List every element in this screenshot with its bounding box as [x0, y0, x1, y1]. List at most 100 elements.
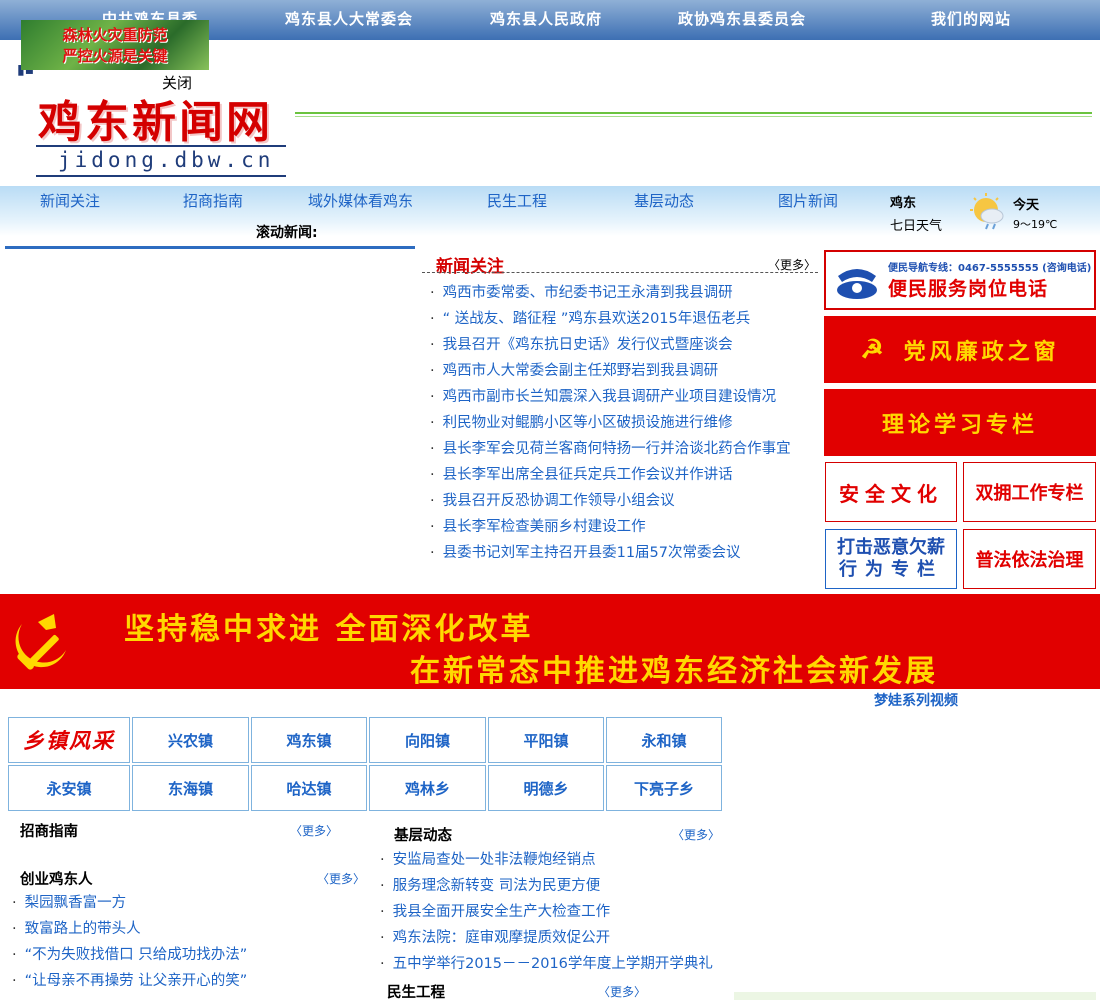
- town-link-pingyang[interactable]: 平阳镇: [488, 717, 604, 763]
- entrepreneurs-more-link[interactable]: 〈更多〉: [317, 870, 365, 887]
- news-focus-item[interactable]: · 县长李军出席全县征兵定兵工作会议并作讲话: [430, 463, 733, 484]
- weather-city: 鸡东: [890, 196, 917, 211]
- grassroots-item[interactable]: · 安监局查处一处非法鞭炮经销点: [380, 848, 596, 869]
- news-focus-item-text: 鸡西市人大常委会副主任郑野岩到我县调研: [442, 363, 719, 379]
- bullet-icon: ·: [12, 921, 17, 937]
- bullet-icon: ·: [430, 337, 435, 353]
- floating-ad[interactable]: 森林火灾重防范 严控火源是关键: [21, 20, 209, 70]
- entrepreneurs-item[interactable]: · 梨园飘香富一方: [12, 891, 126, 912]
- weather-temperature: 9～19℃: [1013, 218, 1058, 231]
- town-link-jilin[interactable]: 鸡林乡: [369, 765, 486, 811]
- top-nav-item-government[interactable]: 鸡东县人民政府: [490, 8, 602, 29]
- news-focus-item[interactable]: · “ 送战友、踏征程 ”鸡东县欢送2015年退伍老兵: [430, 307, 750, 328]
- entrepreneurs-item-text: “让母亲不再操劳 让父亲开心的笑”: [24, 973, 248, 989]
- mengwa-video-link[interactable]: 梦娃系列视频: [874, 690, 958, 710]
- hotline-title: 便民服务岗位电话: [888, 278, 1049, 300]
- entrepreneurs-item[interactable]: · 致富路上的带头人: [12, 917, 141, 938]
- grassroots-item[interactable]: · 鸡东法院：庭审观摩提质效促公开: [380, 926, 610, 947]
- entrepreneurs-item[interactable]: · “不为失败找借口 只给成功找办法”: [12, 943, 247, 964]
- entrepreneurs-item-text: “不为失败找借口 只给成功找办法”: [24, 947, 248, 963]
- news-focus-title: 新闻关注: [436, 257, 504, 277]
- section-nav-investment[interactable]: 招商指南: [183, 190, 243, 211]
- grassroots-section-title: 基层动态: [394, 828, 452, 844]
- town-link-xialiangzi[interactable]: 下亮子乡: [606, 765, 722, 811]
- integrity-window-banner[interactable]: ☭ 党风廉政之窗: [824, 316, 1096, 383]
- news-focus-item[interactable]: · 利民物业对鲲鹏小区等小区破损设施进行维修: [430, 411, 733, 432]
- news-focus-item-text: 县长李军会见荷兰客商何特扬一行并洽谈北药合作事宜: [442, 441, 791, 457]
- wage-arrears-label: 打击恶意欠薪: [837, 537, 945, 558]
- investment-more-link[interactable]: 〈更多〉: [290, 822, 338, 839]
- towns-header: 乡镇风采: [23, 728, 115, 753]
- town-link-yongan[interactable]: 永安镇: [8, 765, 130, 811]
- scroll-news-divider: [5, 246, 415, 249]
- hammer-sickle-icon: ☭: [860, 334, 888, 365]
- town-link-mingde[interactable]: 明德乡: [488, 765, 604, 811]
- town-link-jidong[interactable]: 鸡东镇: [251, 717, 367, 763]
- town-link-xingnong[interactable]: 兴农镇: [132, 717, 249, 763]
- entrepreneurs-item[interactable]: · “让母亲不再操劳 让父亲开心的笑”: [12, 969, 247, 990]
- entrepreneurs-section-title: 创业鸡东人: [20, 872, 93, 888]
- floating-ad-text: 严控火源是关键: [62, 47, 168, 65]
- livelihood-more-link[interactable]: 〈更多〉: [598, 983, 646, 1000]
- bullet-icon: ·: [380, 956, 385, 972]
- top-nav-item-our-sites[interactable]: 我们的网站: [931, 8, 1011, 29]
- theory-study-banner[interactable]: 理论学习专栏: [824, 389, 1096, 456]
- military-support-label: 双拥工作专栏: [975, 483, 1084, 504]
- top-nav-item-cppcc[interactable]: 政协鸡东县委员会: [678, 8, 806, 29]
- legal-education-banner[interactable]: 普法依法治理: [963, 529, 1096, 589]
- grassroots-item[interactable]: · 五中学举行2015－－2016学年度上学期开学典礼: [380, 952, 713, 973]
- bullet-icon: ·: [380, 878, 385, 894]
- partly-cloudy-rain-icon: [970, 193, 1004, 230]
- news-focus-divider: [422, 272, 818, 273]
- logo-divider: [36, 175, 286, 177]
- news-focus-item[interactable]: · 县长李军检查美丽乡村建设工作: [430, 515, 646, 536]
- theory-study-label: 理论学习专栏: [881, 411, 1038, 438]
- section-nav-news-focus[interactable]: 新闻关注: [40, 190, 100, 211]
- hotline-banner[interactable]: 便民导航专线：0467-5555555 (咨询电话) 便民服务岗位电话: [824, 250, 1096, 310]
- news-focus-item[interactable]: · 我县召开反恐协调工作领导小组会议: [430, 489, 675, 510]
- town-link-xiangyang[interactable]: 向阳镇: [369, 717, 486, 763]
- news-focus-item-text: “ 送战友、踏征程 ”鸡东县欢送2015年退伍老兵: [442, 311, 751, 327]
- weather-week-link[interactable]: 七日天气: [890, 215, 942, 234]
- news-focus-item[interactable]: · 县委书记刘军主持召开县委11届57次常委会议: [430, 541, 741, 562]
- scroll-news-label: 滚动新闻:: [256, 225, 318, 241]
- party-emblem-icon: [15, 614, 66, 670]
- wage-arrears-banner[interactable]: 打击恶意欠薪 行为专栏: [825, 529, 957, 589]
- section-nav-external-media[interactable]: 域外媒体看鸡东: [308, 190, 413, 211]
- safety-culture-banner[interactable]: 安全文化: [825, 462, 957, 522]
- slogan-line-2: 在新常态中推进鸡东经济社会新发展: [410, 654, 938, 689]
- section-nav-photo-news[interactable]: 图片新闻: [778, 190, 838, 211]
- bullet-icon: ·: [430, 389, 435, 405]
- grassroots-item[interactable]: · 服务理念新转变 司法为民更方便: [380, 874, 600, 895]
- weather-today-label: 今天: [1013, 198, 1040, 213]
- section-nav-livelihood[interactable]: 民生工程: [487, 190, 547, 211]
- news-focus-more-link[interactable]: 〈更多〉: [768, 256, 816, 273]
- grassroots-item-text: 我县全面开展安全生产大检查工作: [392, 904, 611, 920]
- bullet-icon: ·: [430, 545, 435, 561]
- news-focus-item[interactable]: · 鸡西市委常委、市纪委书记王永清到我县调研: [430, 281, 733, 302]
- investment-section-title: 招商指南: [20, 824, 78, 840]
- header-divider: [295, 116, 1092, 117]
- bullet-icon: ·: [12, 973, 17, 989]
- safety-culture-label: 安全文化: [839, 481, 943, 506]
- grassroots-item-text: 五中学举行2015－－2016学年度上学期开学典礼: [392, 956, 713, 972]
- bullet-icon: ·: [380, 852, 385, 868]
- town-link-donghai[interactable]: 东海镇: [132, 765, 249, 811]
- bullet-icon: ·: [430, 467, 435, 483]
- header-divider: [295, 112, 1092, 114]
- bullet-icon: ·: [380, 904, 385, 920]
- military-support-banner[interactable]: 双拥工作专栏: [963, 462, 1096, 522]
- news-focus-item[interactable]: · 县长李军会见荷兰客商何特扬一行并洽谈北药合作事宜: [430, 437, 791, 458]
- town-link-yonghe[interactable]: 永和镇: [606, 717, 722, 763]
- grassroots-item-text: 安监局查处一处非法鞭炮经销点: [392, 852, 596, 868]
- top-nav-item-congress[interactable]: 鸡东县人大常委会: [285, 8, 413, 29]
- news-focus-item[interactable]: · 鸡西市副市长兰知震深入我县调研产业项目建设情况: [430, 385, 776, 406]
- close-ad-button[interactable]: 关闭: [162, 72, 192, 93]
- news-focus-item[interactable]: · 我县召开《鸡东抗日史话》发行仪式暨座谈会: [430, 333, 733, 354]
- town-link-hada[interactable]: 哈达镇: [251, 765, 367, 811]
- site-logo-title: 鸡东新闻网: [38, 97, 273, 148]
- grassroots-item[interactable]: · 我县全面开展安全生产大检查工作: [380, 900, 610, 921]
- section-nav-grassroots[interactable]: 基层动态: [634, 190, 694, 211]
- grassroots-more-link[interactable]: 〈更多〉: [672, 826, 720, 843]
- news-focus-item[interactable]: · 鸡西市人大常委会副主任郑野岩到我县调研: [430, 359, 718, 380]
